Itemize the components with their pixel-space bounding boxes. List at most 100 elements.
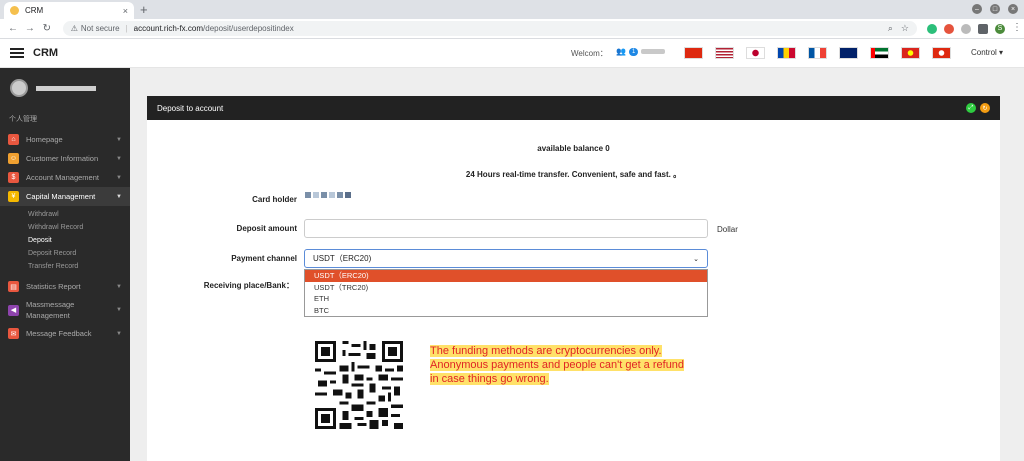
capital-submenu: Withdrawl Withdrawl Record Deposit Depos… [0,206,130,277]
refresh-icon[interactable]: ↻ [980,103,990,113]
control-dropdown[interactable]: Control ▾ [971,48,1003,57]
extension-icon[interactable] [944,23,954,34]
panel-header: Deposit to account ⤢ ↻ [147,96,1000,120]
user-chip[interactable]: 👥 1 [616,47,666,56]
url-path: /deposit/userdepositindex [203,24,294,33]
chevron-down-icon: ▼ [116,193,122,200]
main-content: Deposit to account ⤢ ↻ available balance… [130,68,1024,461]
brand-title: CRM [33,47,59,59]
warning-line-3: in case things go wrong. [430,373,549,385]
username-blurred [641,49,666,54]
flag-china-icon[interactable] [684,47,703,59]
sidebar-item-homepage[interactable]: ⌂ Homepage ▼ [0,130,130,149]
crypto-warning: The funding methods are cryptocurrencies… [430,344,750,386]
address-bar[interactable]: ⚠ Not secure | account.rich-fx.com /depo… [62,21,917,36]
address-separator: | [125,24,128,33]
flag-new-zealand-icon[interactable] [839,47,858,59]
grammarly-icon[interactable] [927,23,937,34]
deposit-amount-input[interactable] [304,219,708,238]
sidebar-item-message-feedback[interactable]: ✉ Message Feedback ▼ [0,324,130,343]
sidebar-item-label: Account Management [26,173,99,182]
flag-moldova-icon[interactable] [777,47,796,59]
sidebar-profile [0,68,130,108]
sidebar-item-capital-management[interactable]: ¥ Capital Management ▼ [0,187,130,206]
flag-japan-icon[interactable] [746,47,765,59]
submenu-withdrawl-record[interactable]: Withdrawl Record [28,221,130,234]
warning-line-2: Anonymous payments and people can't get … [430,359,685,371]
star-icon[interactable]: ☆ [901,23,909,34]
tab-close-icon[interactable]: × [123,6,128,16]
close-window-icon[interactable]: × [1008,4,1018,14]
new-tab-button[interactable]: + [140,2,148,17]
deposit-amount-label: Deposit amount [236,224,297,233]
user-icon: 👥 [616,47,626,56]
option-eth[interactable]: ETH [305,293,707,305]
flag-hong-kong-icon[interactable] [932,47,951,59]
sidebar-item-label: Customer Information [26,154,99,163]
chevron-down-icon: ▼ [116,174,122,181]
browser-tab[interactable]: CRM × [4,2,134,19]
tab-title: CRM [25,6,44,15]
option-usdt-trc20[interactable]: USDT（TRC20) [305,282,707,294]
receiving-place-label: Receiving place/Bank： [203,281,294,290]
extensions-bar: S ⋮ [927,22,1022,34]
minimize-icon[interactable]: – [972,4,982,14]
avatar[interactable] [10,79,28,97]
payment-channel-dropdown: USDT（ERC20) USDT（TRC20) ETH BTC [304,269,708,317]
sidebar-item-label: Homepage [26,135,63,144]
user-icon: ☺ [8,153,19,164]
sidebar-item-massmessage-management[interactable]: ◀ Massmessage Management ▼ [0,296,130,324]
url-host: account.rich-fx.com [133,24,204,33]
qr-code [315,341,403,429]
sidebar-item-account-management[interactable]: $ Account Management ▼ [0,168,130,187]
sidebar-item-label: Capital Management [26,192,96,201]
yen-icon: ¥ [8,191,19,202]
payment-channel-select[interactable]: USDT（ERC20) ⌄ [304,249,708,268]
forward-icon[interactable]: → [23,23,37,34]
payment-channel-value: USDT（ERC20) [313,254,372,263]
warning-line-1: The funding methods are cryptocurrencies… [430,345,662,357]
account-icon: $ [8,172,19,183]
submenu-withdrawl[interactable]: Withdrawl [28,208,130,221]
available-balance: available balance 0 [537,144,610,153]
reload-icon[interactable]: ↻ [40,23,54,34]
sidebar-item-customer-information[interactable]: ☺ Customer Information ▼ [0,149,130,168]
chart-icon: ▤ [8,281,19,292]
language-flags [684,47,951,59]
back-icon[interactable]: ← [6,23,20,34]
chevron-down-icon: ▼ [116,136,122,143]
flag-usa-icon[interactable] [715,47,734,59]
sidebar-item-statistics-report[interactable]: ▤ Statistics Report ▼ [0,277,130,296]
chevron-down-icon: ▼ [116,155,122,162]
home-icon: ⌂ [8,134,19,145]
flag-uae-icon[interactable] [870,47,889,59]
maximize-icon[interactable]: □ [990,4,1000,14]
warning-icon: ⚠ [70,24,78,33]
hamburger-icon[interactable] [10,48,24,58]
option-usdt-erc20[interactable]: USDT（ERC20) [305,270,707,282]
flag-france-icon[interactable] [808,47,827,59]
sidebar-item-label: Message Feedback [26,329,92,338]
profile-name-blurred [36,85,96,91]
browser-toolbar: ← → ↻ ⚠ Not secure | account.rich-fx.com… [0,19,1024,39]
sidebar-item-label: Massmessage Management [26,300,75,320]
fullscreen-icon[interactable]: ⤢ [966,103,976,113]
puzzle-icon[interactable] [978,23,988,34]
search-icon[interactable]: ⌕ [888,23,893,34]
welcome-label: Welcom： [571,49,608,58]
user-badge: 1 [628,47,639,56]
menu-icon[interactable]: ⋮ [1012,22,1022,34]
sidebar: 个人管理 ⌂ Homepage ▼ ☺ Customer Information… [0,68,130,461]
profile-avatar[interactable]: S [995,23,1005,34]
flag-vietnam-icon[interactable] [901,47,920,59]
submenu-transfer-record[interactable]: Transfer Record [28,260,130,273]
submenu-deposit-record[interactable]: Deposit Record [28,247,130,260]
window-controls: – □ × [972,4,1018,14]
option-btc[interactable]: BTC [305,305,707,317]
app-header: CRM Welcom： 👥 1 Control ▾ [0,39,1024,68]
submenu-deposit[interactable]: Deposit [28,234,130,247]
deposit-panel: Deposit to account ⤢ ↻ available balance… [147,96,1000,461]
megaphone-icon: ◀ [8,304,19,316]
not-secure-label: Not secure [80,24,120,33]
extension-gray-icon[interactable] [961,23,971,34]
